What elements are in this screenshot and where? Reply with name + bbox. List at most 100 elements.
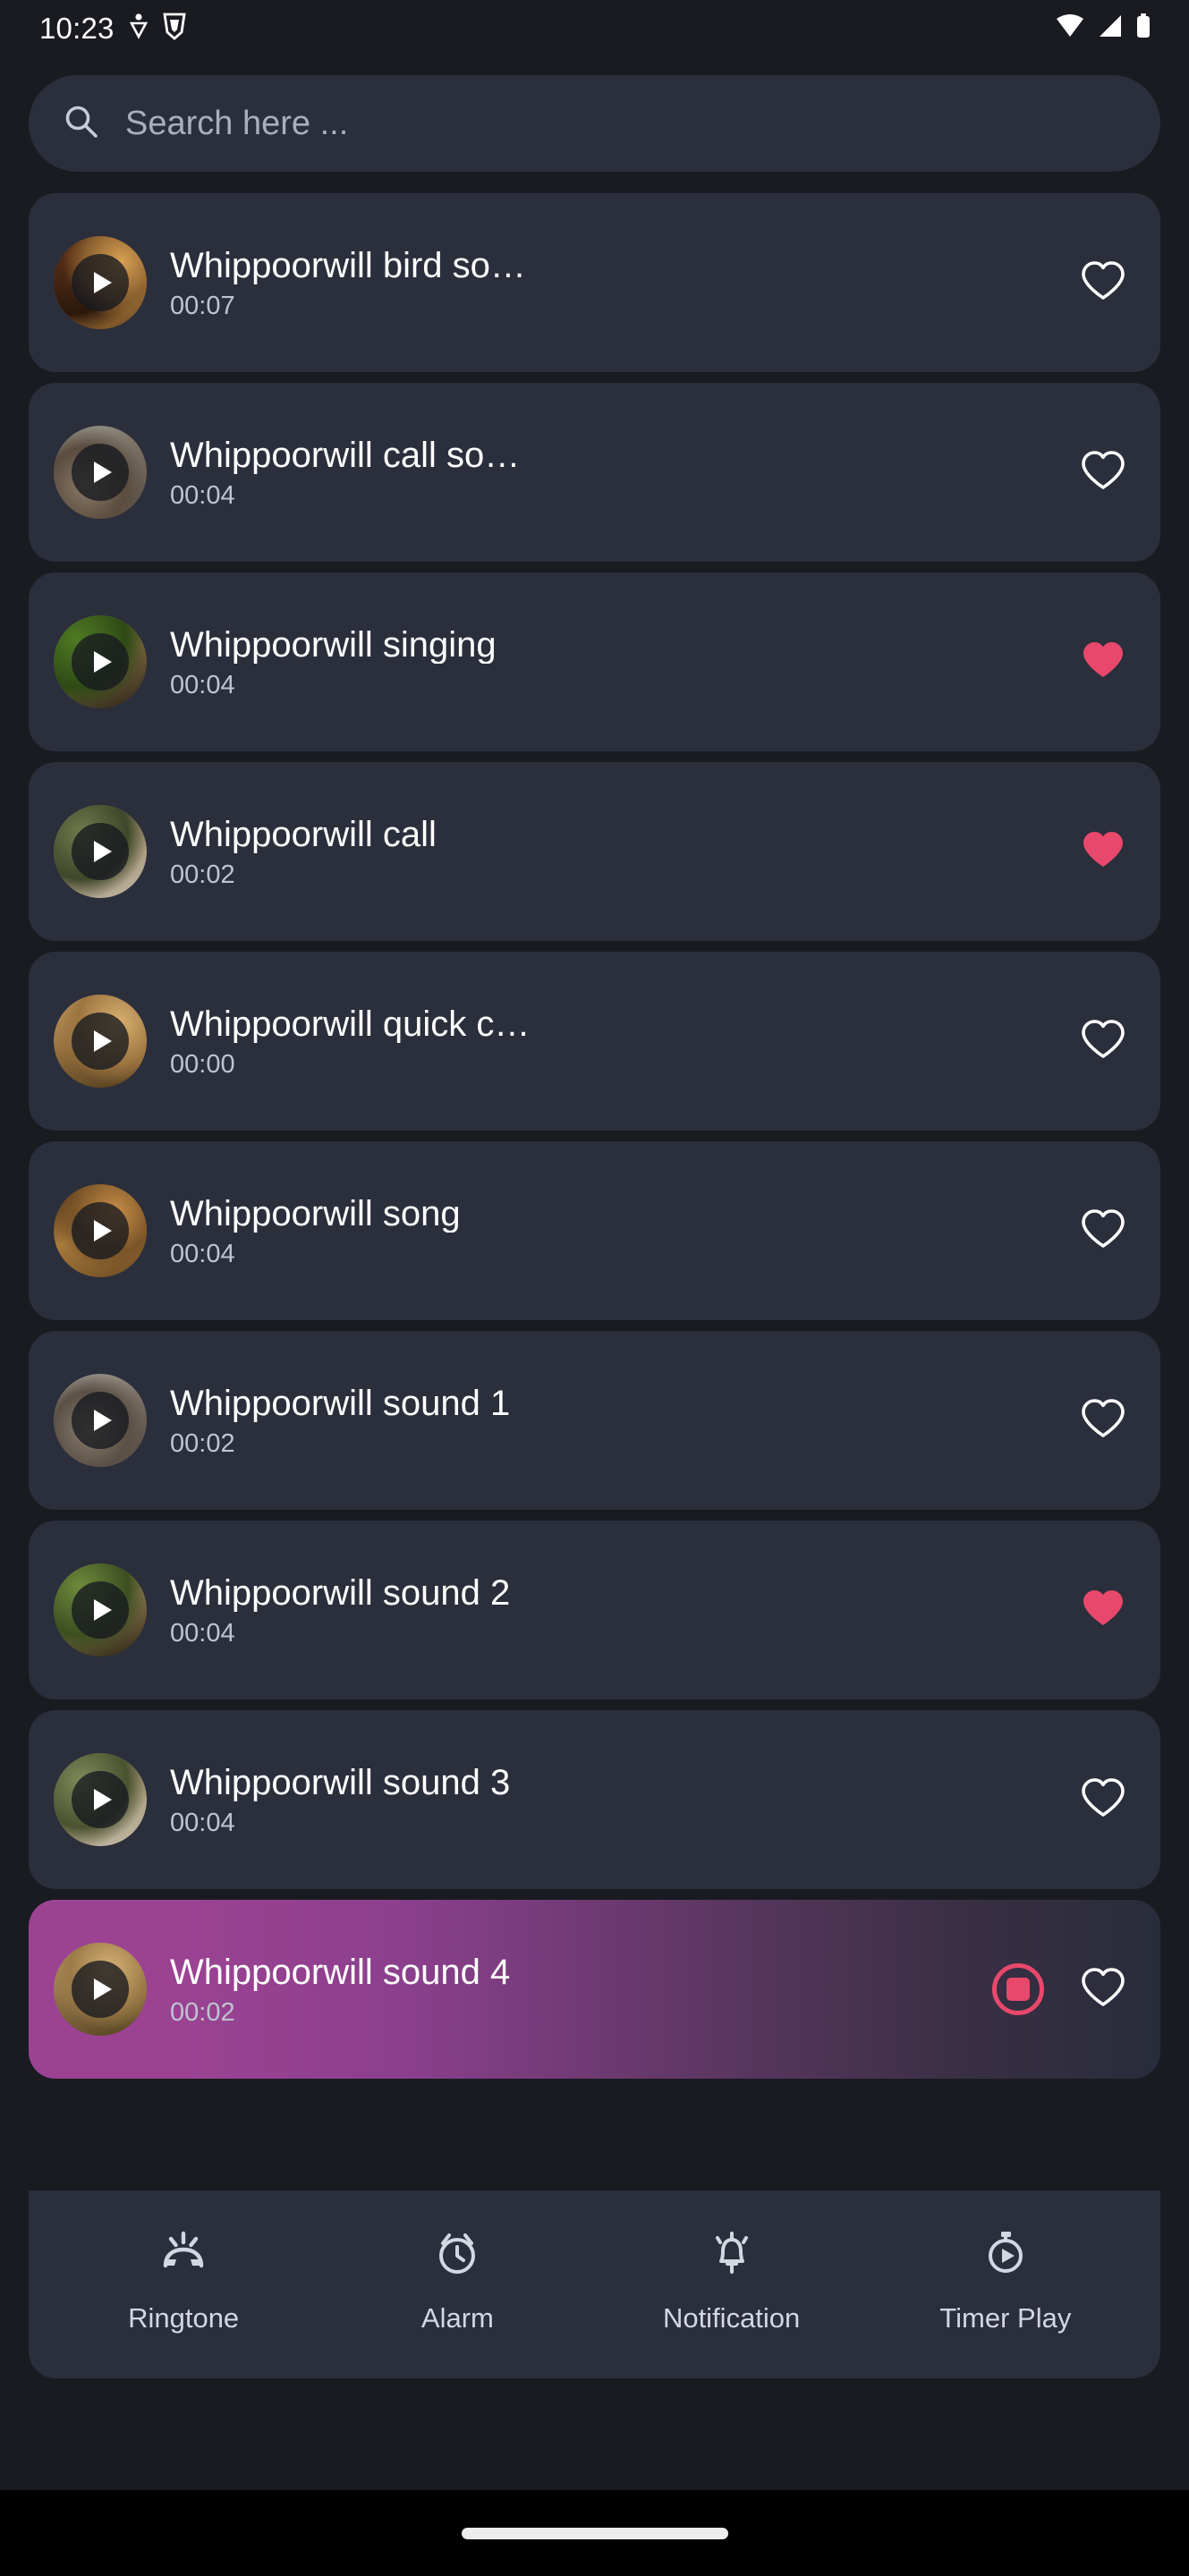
nav-label: Notification <box>662 2302 801 2334</box>
play-triangle-icon <box>93 1789 112 1810</box>
sound-meta: Whippoorwill quick c… 00:00 <box>168 1005 1058 1078</box>
sound-thumbnail[interactable] <box>54 805 147 898</box>
row-actions <box>1080 1208 1126 1255</box>
nav-item-alarm[interactable]: Alarm <box>320 2226 594 2332</box>
row-actions <box>1080 1397 1126 1445</box>
status-bar-left: 10:23 <box>39 12 186 45</box>
play-button[interactable] <box>72 1392 129 1449</box>
favorite-heart-icon[interactable] <box>1080 259 1126 307</box>
sound-thumbnail[interactable] <box>54 1184 147 1277</box>
sound-meta: Whippoorwill singing 00:04 <box>168 626 1058 699</box>
sound-title: Whippoorwill call so… <box>170 436 521 474</box>
nav-item-notification[interactable]: Notification <box>595 2226 869 2332</box>
row-actions <box>1080 1587 1126 1634</box>
battery-icon <box>1135 13 1151 44</box>
page-filler <box>0 2378 1189 2490</box>
nav-item-timer-play[interactable]: Timer Play <box>869 2226 1142 2332</box>
sound-thumbnail[interactable] <box>54 995 147 1088</box>
sound-meta: Whippoorwill song 00:04 <box>168 1195 1058 1267</box>
play-triangle-icon <box>93 272 112 293</box>
cellular-signal-icon <box>1097 13 1124 44</box>
play-button[interactable] <box>72 254 129 311</box>
sound-thumbnail[interactable] <box>54 236 147 329</box>
row-actions <box>992 1963 1126 2015</box>
sound-meta: Whippoorwill call so… 00:04 <box>168 436 1058 509</box>
nav-label: Alarm <box>420 2302 494 2334</box>
play-button[interactable] <box>72 444 129 501</box>
search-bar[interactable]: Search here ... <box>29 75 1160 172</box>
favorite-heart-icon[interactable] <box>1080 1776 1126 1824</box>
list-item[interactable]: Whippoorwill quick c… 00:00 <box>29 952 1160 1131</box>
search-input[interactable]: Search here ... <box>125 106 348 140</box>
list-item[interactable]: Whippoorwill sound 3 00:04 <box>29 1710 1160 1889</box>
shield-icon <box>162 12 186 45</box>
play-button[interactable] <box>72 1961 129 2018</box>
sound-title: Whippoorwill sound 2 <box>170 1573 511 1612</box>
list-item[interactable]: Whippoorwill song 00:04 <box>29 1141 1160 1320</box>
nav-label: Timer Play <box>939 2302 1072 2334</box>
sound-duration: 00:02 <box>170 1997 235 2027</box>
list-item[interactable]: Whippoorwill sound 1 00:02 <box>29 1331 1160 1510</box>
sound-duration: 00:04 <box>170 1808 235 1837</box>
bottom-action-bar: Ringtone Alarm Notification Timer Play <box>29 2190 1160 2378</box>
favorite-heart-icon[interactable] <box>1080 828 1126 876</box>
list-item-playing[interactable]: Whippoorwill sound 4 00:02 <box>29 1900 1160 2079</box>
ringtone-icon <box>157 2226 209 2283</box>
notification-bell-icon <box>706 2226 758 2283</box>
sound-thumbnail[interactable] <box>54 1374 147 1467</box>
sound-duration: 00:04 <box>170 670 235 699</box>
system-gesture-bar <box>0 2490 1189 2576</box>
play-triangle-icon <box>93 841 112 862</box>
sound-duration: 00:04 <box>170 480 235 510</box>
list-item[interactable]: Whippoorwill bird so… 00:07 <box>29 193 1160 372</box>
sound-thumbnail[interactable] <box>54 426 147 519</box>
list-item[interactable]: Whippoorwill sound 2 00:04 <box>29 1521 1160 1699</box>
sound-thumbnail[interactable] <box>54 1753 147 1846</box>
home-indicator[interactable] <box>461 2527 728 2539</box>
sound-duration: 00:00 <box>170 1049 235 1079</box>
favorite-heart-icon[interactable] <box>1080 1397 1126 1445</box>
favorite-heart-icon[interactable] <box>1080 639 1126 686</box>
row-actions <box>1080 449 1126 496</box>
list-item[interactable]: Whippoorwill singing 00:04 <box>29 572 1160 751</box>
search-section: Search here ... <box>0 55 1189 172</box>
favorite-heart-icon[interactable] <box>1080 1208 1126 1255</box>
sound-thumbnail[interactable] <box>54 1943 147 2036</box>
sound-meta: Whippoorwill sound 3 00:04 <box>168 1764 1058 1836</box>
sound-title: Whippoorwill quick c… <box>170 1004 531 1043</box>
wifi-icon <box>1055 13 1085 44</box>
play-triangle-icon <box>93 1030 112 1052</box>
stop-square-icon <box>1006 1978 1030 2001</box>
play-triangle-icon <box>93 1410 112 1431</box>
row-actions <box>1080 1776 1126 1824</box>
favorite-heart-icon[interactable] <box>1080 1587 1126 1634</box>
play-triangle-icon <box>93 1220 112 1241</box>
stop-button[interactable] <box>992 1963 1044 2015</box>
sound-meta: Whippoorwill bird so… 00:07 <box>168 247 1058 319</box>
sound-meta: Whippoorwill sound 1 00:02 <box>168 1385 1058 1457</box>
sound-duration: 00:04 <box>170 1618 235 1648</box>
app-screen: 10:23 Search here ... Whippoorwill bird … <box>0 0 1189 2576</box>
list-item[interactable]: Whippoorwill call 00:02 <box>29 762 1160 941</box>
sound-thumbnail[interactable] <box>54 615 147 708</box>
sound-list: Whippoorwill bird so… 00:07 Whippoorwill… <box>0 172 1189 2190</box>
play-button[interactable] <box>72 1202 129 1259</box>
favorite-heart-icon[interactable] <box>1080 449 1126 496</box>
sound-thumbnail[interactable] <box>54 1563 147 1657</box>
play-button[interactable] <box>72 823 129 880</box>
play-button[interactable] <box>72 1581 129 1639</box>
sound-duration: 00:02 <box>170 1428 235 1458</box>
nav-label: Ringtone <box>128 2302 240 2334</box>
play-triangle-icon <box>93 1599 112 1621</box>
play-button[interactable] <box>72 1771 129 1828</box>
sound-title: Whippoorwill bird so… <box>170 246 526 284</box>
favorite-heart-icon[interactable] <box>1080 1966 1126 2013</box>
status-bar: 10:23 <box>0 0 1189 55</box>
favorite-heart-icon[interactable] <box>1080 1018 1126 1065</box>
list-item[interactable]: Whippoorwill call so… 00:04 <box>29 383 1160 562</box>
alarm-clock-icon <box>431 2226 483 2283</box>
nav-item-ringtone[interactable]: Ringtone <box>47 2226 320 2332</box>
play-triangle-icon <box>93 462 112 483</box>
play-button[interactable] <box>72 1013 129 1070</box>
play-button[interactable] <box>72 633 129 691</box>
